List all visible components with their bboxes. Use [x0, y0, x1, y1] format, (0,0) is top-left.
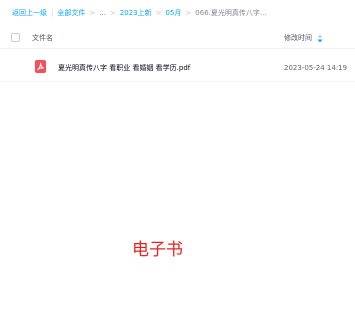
- breadcrumb-pipe: |: [51, 9, 54, 17]
- ebook-label: 电子书: [132, 240, 183, 260]
- breadcrumb-separator: >: [155, 9, 162, 17]
- table-row[interactable]: 夏光明真传八字 看职业 看婚姻 看学历.pdf 2023-05-24 14:19: [0, 54, 355, 82]
- pdf-icon: [35, 60, 46, 73]
- column-header-name[interactable]: 文件名: [32, 33, 53, 43]
- file-browser: 返回上一级 | 全部文件 > ... > 2023上新 > 05月 > 066.…: [0, 0, 355, 310]
- file-modified-time: 2023-05-24 14:19: [284, 64, 348, 72]
- crumb-folder-2023[interactable]: 2023上新: [120, 8, 152, 18]
- breadcrumb-separator: >: [185, 9, 192, 17]
- crumb-folder-05[interactable]: 05月: [166, 8, 182, 18]
- column-header-modified-label: 修改时间: [284, 34, 312, 42]
- select-all-checkbox[interactable]: [11, 33, 20, 42]
- breadcrumb-separator: >: [109, 9, 116, 17]
- crumb-all-files[interactable]: 全部文件: [57, 8, 85, 18]
- breadcrumb-separator: >: [89, 9, 96, 17]
- file-name[interactable]: 夏光明真传八字 看职业 看婚姻 看学历.pdf: [58, 63, 190, 73]
- back-link[interactable]: 返回上一级: [12, 8, 47, 18]
- sort-arrows-icon[interactable]: [316, 34, 324, 43]
- table-header: 文件名 修改时间: [0, 27, 355, 49]
- column-header-modified[interactable]: 修改时间: [284, 33, 324, 43]
- breadcrumb: 返回上一级 | 全部文件 > ... > 2023上新 > 05月 > 066.…: [12, 8, 351, 18]
- crumb-current-folder: 066.夏光明真传八字...: [195, 9, 267, 17]
- crumb-ellipsis[interactable]: ...: [99, 8, 106, 18]
